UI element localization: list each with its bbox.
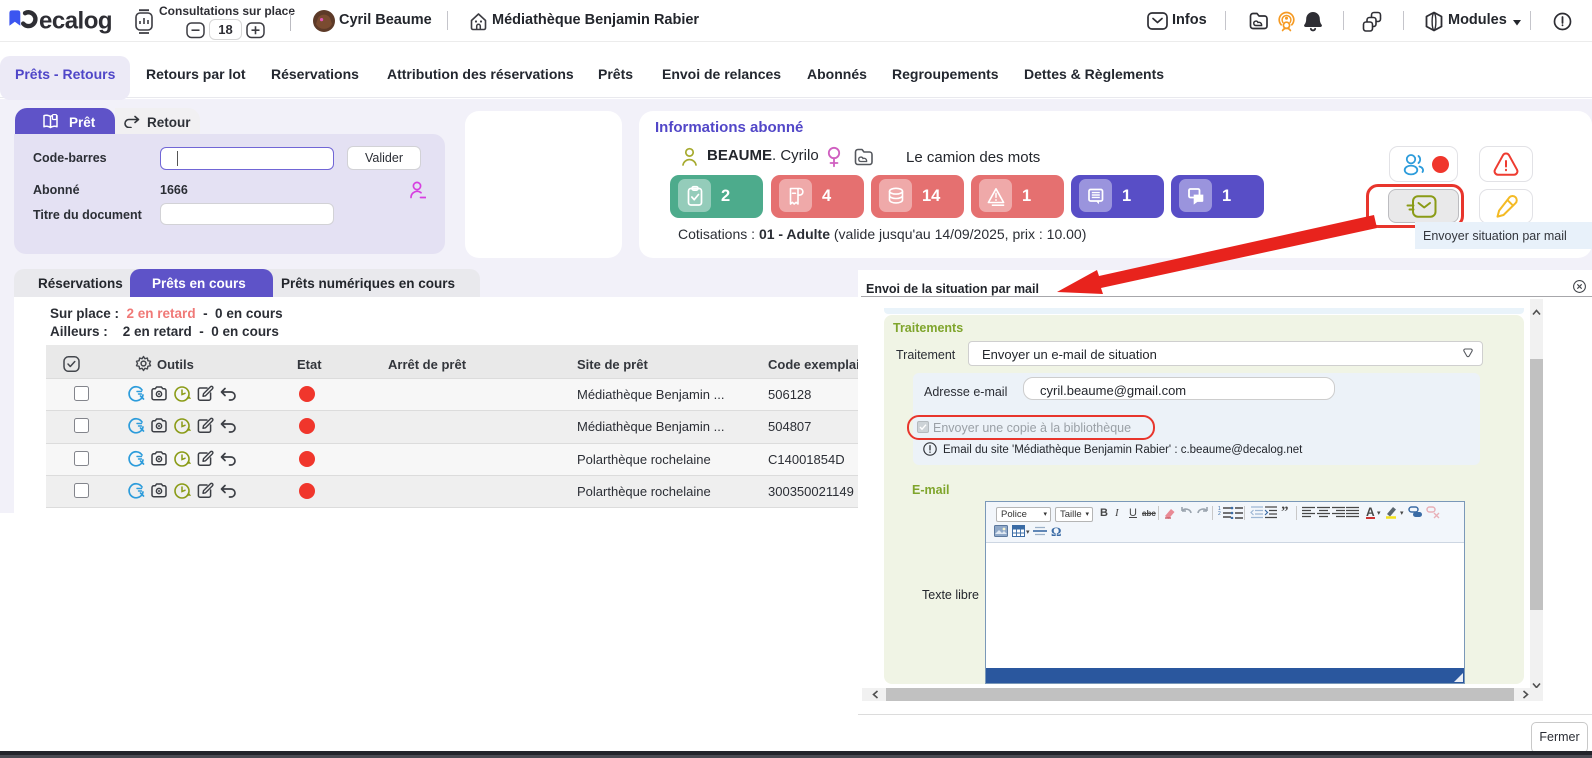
svg-text:2: 2 bbox=[1218, 511, 1221, 517]
svg-text:ecalog: ecalog bbox=[39, 8, 112, 35]
